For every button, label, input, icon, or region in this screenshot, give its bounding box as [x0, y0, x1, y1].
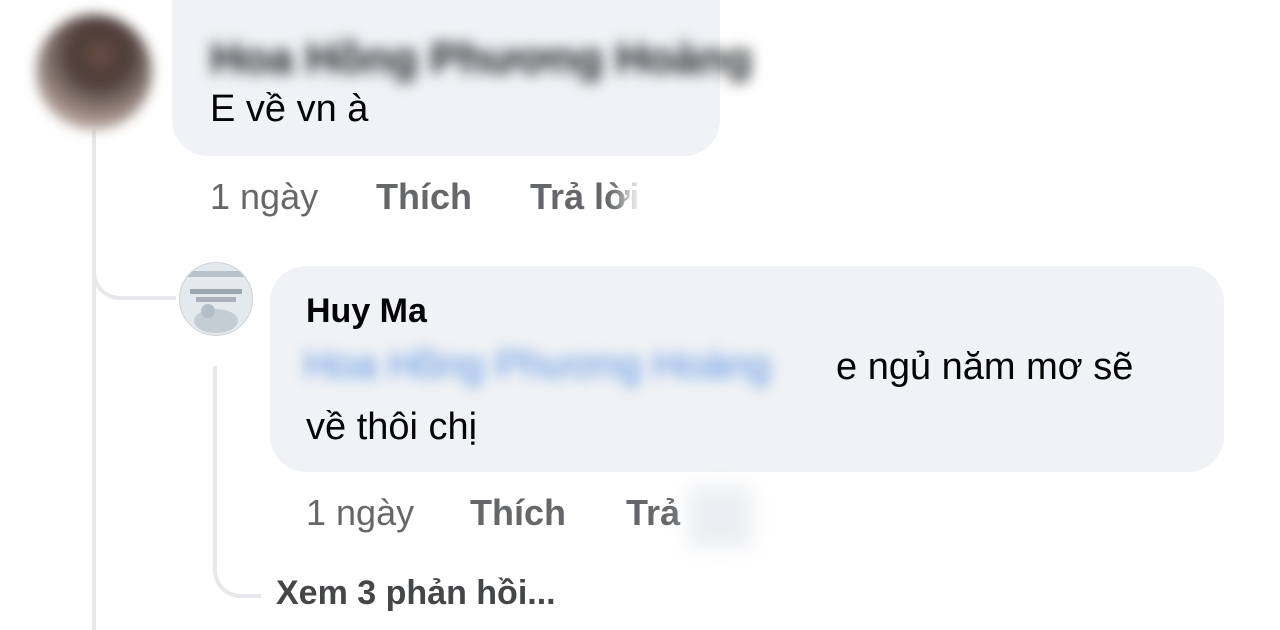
avatar-image-icon	[180, 263, 252, 335]
avatar[interactable]	[179, 262, 253, 336]
comment-text: E về vn à	[210, 88, 369, 130]
reply-text-line1: e ngủ năm mơ sẽ	[836, 346, 1134, 388]
comment-thread: Hoa Hồng Phương Hoàng E về vn à 1 ngày T…	[0, 0, 1280, 630]
blur-overlay	[688, 486, 752, 548]
mention-tag[interactable]: Hoa Hồng Phương Hoàng	[304, 343, 771, 388]
like-button[interactable]: Thích	[376, 176, 472, 218]
comment-timestamp[interactable]: 1 ngày	[210, 176, 318, 218]
reply-text-line2: về thôi chị	[306, 406, 478, 448]
reply-button[interactable]: Trả lời	[530, 176, 640, 218]
comment-author-name[interactable]: Hoa Hồng Phương Hoàng	[210, 34, 752, 84]
reply-timestamp[interactable]: 1 ngày	[306, 492, 414, 534]
thread-connector-view-more	[213, 540, 261, 598]
reply-author-name[interactable]: Huy Ma	[306, 292, 427, 331]
reply-button[interactable]: Trả	[626, 492, 680, 534]
like-button[interactable]: Thích	[470, 492, 566, 534]
view-more-replies-link[interactable]: Xem 3 phản hồi...	[276, 574, 556, 613]
thread-line-reply	[213, 366, 217, 566]
thread-connector-reply	[92, 230, 176, 300]
avatar[interactable]	[36, 14, 152, 130]
blur-overlay	[626, 170, 686, 228]
thread-line-main	[92, 130, 96, 630]
